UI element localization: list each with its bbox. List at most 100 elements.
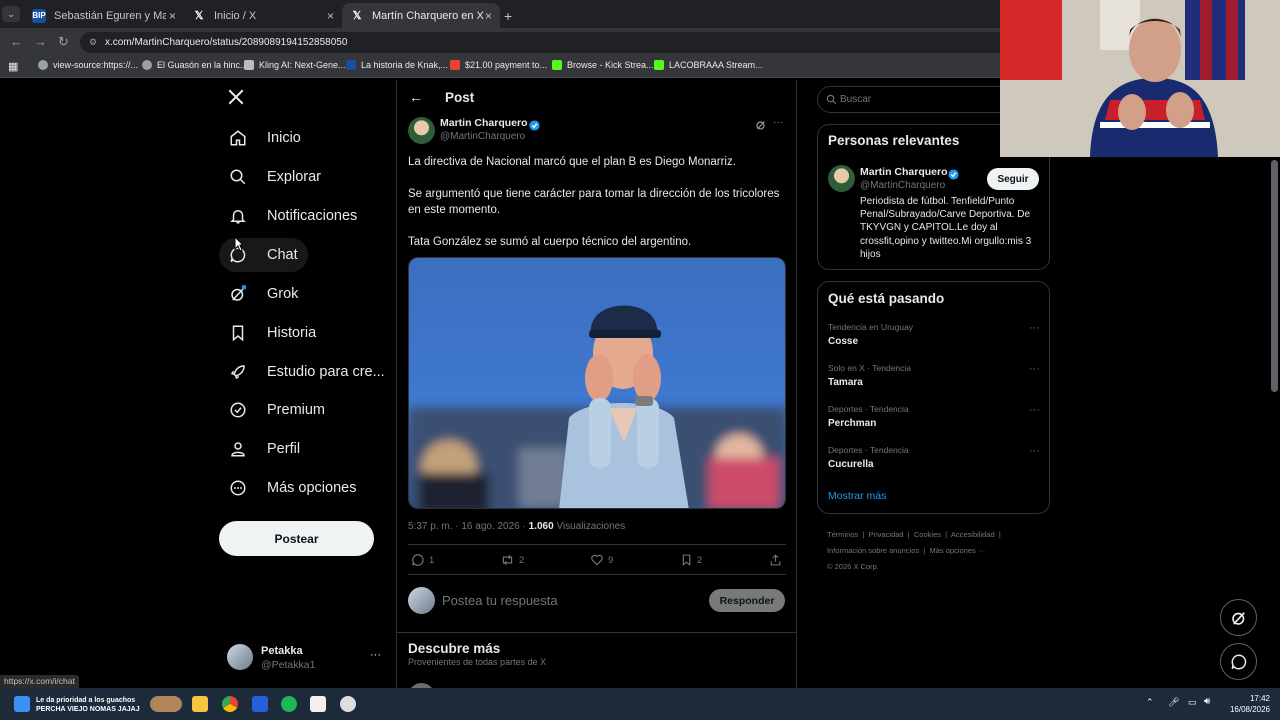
bookmark-icon — [682, 554, 691, 567]
forward-arrow-icon[interactable]: → — [34, 34, 47, 49]
back-arrow-icon[interactable]: ← — [409, 89, 423, 105]
share-icon[interactable] — [769, 553, 782, 572]
repost-action[interactable]: 2 — [500, 553, 524, 567]
volume-icon[interactable]: 🔊︎ — [1204, 696, 1210, 707]
footer-link[interactable]: Términos — [827, 530, 858, 539]
tab-search-button[interactable]: ⌄ — [2, 6, 20, 22]
windows-start-icon[interactable] — [14, 696, 30, 712]
nav-item-estudio[interactable]: Estudio para cre... — [219, 355, 395, 389]
nav-item-grok[interactable]: Grok — [219, 277, 308, 311]
reply-action[interactable]: 1 — [411, 553, 434, 567]
bookmark-item[interactable]: $21.00 payment to... — [450, 60, 547, 70]
more-icon[interactable]: ··· — [1029, 404, 1040, 416]
page-title: Post — [445, 90, 475, 105]
apps-grid-icon[interactable]: ▦ — [8, 60, 18, 73]
post-button[interactable]: Postear — [219, 521, 374, 556]
bookmark-item[interactable]: LACOBRAAA Stream... — [654, 60, 763, 70]
grok-explain-icon[interactable] — [755, 118, 767, 136]
more-icon[interactable]: ··· — [1029, 445, 1040, 457]
tab-inicio[interactable]: 𝕏 Inicio / X × — [184, 3, 342, 28]
nav-item-notificaciones[interactable]: Notificaciones — [219, 199, 367, 233]
close-icon[interactable]: × — [485, 9, 492, 23]
bookmark-action[interactable]: 2 — [680, 553, 702, 567]
obs-icon[interactable] — [340, 696, 356, 712]
webcam-overlay — [1000, 0, 1280, 157]
mouse-cursor-icon — [234, 235, 245, 257]
folder-icon[interactable] — [192, 696, 208, 712]
account-switcher[interactable]: Petakka @Petakka1 ··· — [227, 644, 397, 674]
person-handle[interactable]: @MartinCharquero — [860, 180, 945, 191]
bookmark-item[interactable]: Browse - Kick Strea... — [552, 60, 654, 70]
new-tab-button[interactable]: + — [504, 3, 524, 28]
grok-float-button[interactable] — [1220, 599, 1257, 636]
app-icon[interactable] — [252, 696, 268, 712]
more-icon[interactable]: ··· — [370, 649, 381, 661]
footer-link[interactable]: Información sobre anuncios — [827, 546, 919, 555]
bookmark-item[interactable]: El Guasón en la hinc... — [142, 60, 248, 70]
author-handle[interactable]: @MartinCharquero — [440, 131, 525, 142]
trend-item[interactable]: Tendencia en Uruguay Cosse ··· — [828, 322, 1040, 347]
tab-sebastian[interactable]: BIP Sebastián Eguren y Martín Ligü × — [24, 3, 184, 28]
nav-item-historia[interactable]: Historia — [219, 316, 326, 350]
avatar[interactable] — [828, 165, 855, 192]
post-text-paragraph: La directiva de Nacional marcó que el pl… — [408, 156, 736, 168]
trend-item[interactable]: Deportes · Tendencia Perchman ··· — [828, 404, 1040, 429]
like-action[interactable]: 9 — [590, 553, 613, 567]
chevron-up-icon[interactable]: ⌃ — [1146, 697, 1154, 708]
search-input[interactable]: Buscar — [840, 94, 871, 105]
reply-count: 1 — [429, 554, 435, 566]
nav-item-mas-opciones[interactable]: Más opciones — [219, 471, 366, 505]
show-more-link[interactable]: Mostrar más — [828, 490, 886, 502]
clock[interactable]: 17:42 16/08/2026 — [1224, 693, 1270, 715]
nav-item-premium[interactable]: Premium — [219, 393, 335, 427]
spotify-icon[interactable] — [281, 696, 297, 712]
post-timestamp[interactable]: 5:37 p. m. · 16 ago. 2026 · 1.060 Visual… — [408, 521, 625, 532]
clock-date: 16/08/2026 — [1229, 705, 1270, 714]
tab-charquero-active[interactable]: 𝕏 Martín Charquero en X: "La dir × — [342, 3, 500, 28]
footer-link[interactable]: Más opciones ··· — [929, 546, 985, 555]
more-icon[interactable]: ··· — [1029, 322, 1040, 334]
post-text-paragraph: Se argumentó que tiene carácter para tom… — [408, 188, 780, 216]
reply-input[interactable]: Postea tu respuesta — [442, 593, 558, 608]
person-name[interactable]: Martin Charquero — [860, 166, 948, 178]
footer-link[interactable]: Accesibilidad — [951, 530, 995, 539]
capcut-icon[interactable] — [310, 696, 326, 712]
nav-item-perfil[interactable]: Perfil — [219, 432, 310, 466]
more-icon[interactable]: ··· — [1029, 363, 1040, 375]
page-scrollbar[interactable] — [1271, 160, 1278, 392]
bookmark-label: $21.00 payment to... — [465, 60, 548, 70]
site-info-icon[interactable]: ⚙ — [89, 32, 97, 53]
chrome-icon[interactable] — [222, 696, 238, 712]
bookmark-label: La historia de Knak,... — [361, 60, 449, 70]
microphone-icon[interactable]: 🎤︎ — [1168, 697, 1179, 708]
bookmark-item[interactable]: La historia de Knak,... — [346, 60, 448, 70]
close-icon[interactable]: × — [169, 9, 176, 23]
taskbar-notification: Le da prioridad a los guachos PERCHA VIE… — [36, 696, 140, 714]
author-name[interactable]: Martin Charquero — [440, 117, 528, 129]
weather-widget-icon[interactable] — [150, 696, 182, 712]
follow-button[interactable]: Seguir — [987, 168, 1039, 190]
author-avatar[interactable] — [408, 117, 435, 144]
footer-link[interactable]: Cookies — [914, 530, 941, 539]
nav-item-chat[interactable]: Chat — [219, 238, 308, 272]
views-label: Visualizaciones — [556, 521, 626, 532]
post-more-button[interactable]: ··· — [773, 117, 783, 128]
post-photo[interactable] — [408, 257, 786, 509]
nav-item-inicio[interactable]: Inicio — [219, 121, 311, 155]
close-icon[interactable]: × — [327, 9, 334, 23]
chat-float-button[interactable] — [1220, 643, 1257, 680]
reply-button[interactable]: Responder — [709, 589, 785, 612]
nav-item-explorar[interactable]: Explorar — [219, 160, 331, 194]
timestamp-text: 5:37 p. m. · 16 ago. 2026 · — [408, 521, 526, 532]
back-arrow-icon[interactable]: ← — [10, 34, 23, 49]
reload-icon[interactable]: ↻ — [58, 34, 69, 50]
search-icon — [826, 92, 837, 110]
trend-item[interactable]: Solo en X · Tendencia Tamara ··· — [828, 363, 1040, 388]
bookmark-item[interactable]: Kling AI: Next-Gene... — [244, 60, 346, 70]
footer-link[interactable]: Privacidad — [869, 530, 904, 539]
network-icon[interactable]: ▭ — [1188, 697, 1197, 708]
trend-item[interactable]: Deportes · Tendencia Cucurella ··· — [828, 445, 1040, 470]
tab-title: Sebastián Eguren y Martín Ligü — [54, 9, 166, 22]
url-bar[interactable]: ⚙ x.com/MartinCharquero/status/208908919… — [80, 32, 1010, 53]
bookmark-item[interactable]: view-source:https://... — [38, 60, 138, 70]
